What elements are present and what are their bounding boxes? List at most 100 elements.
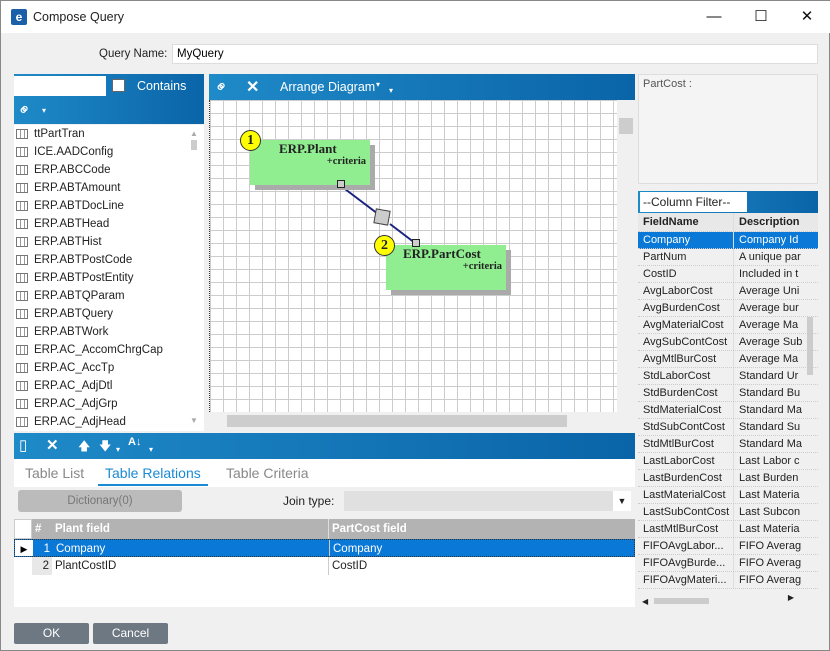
- table-list-item[interactable]: ERP.ABTAmount: [14, 179, 204, 197]
- table-list-item[interactable]: ERP.ABTPostCode: [14, 251, 204, 269]
- field-row[interactable]: FIFOAvgMateri... FIFO Averag: [638, 572, 818, 589]
- criteria-link[interactable]: +criteria: [463, 261, 502, 272]
- field-row[interactable]: StdSubContCost Standard Su: [638, 419, 818, 436]
- field-row[interactable]: LastSubContCost Last Subcon: [638, 504, 818, 521]
- field-row[interactable]: AvgSubContCost Average Sub: [638, 334, 818, 351]
- delete-icon[interactable]: ✕: [46, 436, 59, 454]
- title-bar: e Compose Query — ☐ ✕: [1, 1, 830, 33]
- table-list[interactable]: ttPartTran ICE.AADConfig ERP.ABCCode ERP.AB…: [14, 125, 204, 431]
- plant-field-cell[interactable]: Company: [53, 540, 330, 556]
- connector-handle[interactable]: [337, 180, 345, 188]
- table-list-item[interactable]: ERP.AC_AdjDtl: [14, 377, 204, 395]
- table-list-item[interactable]: ERP.ABTWork: [14, 323, 204, 341]
- arrange-diagram-button[interactable]: Arrange Diagram: [280, 80, 375, 94]
- table-list-scrollbar[interactable]: ▲ ▼: [189, 129, 199, 425]
- table-name: ERP.AC_AdjDtl: [34, 380, 113, 392]
- field-info-panel: PartCost :: [638, 74, 818, 184]
- field-row[interactable]: AvgBurdenCost Average bur: [638, 300, 818, 317]
- table-list-item[interactable]: ERP.ABTHead: [14, 215, 204, 233]
- criteria-link[interactable]: +criteria: [327, 156, 366, 167]
- field-name: StdMtlBurCost: [638, 436, 734, 452]
- column-header-fieldname[interactable]: FieldName: [638, 213, 734, 231]
- field-row[interactable]: StdBurdenCost Standard Bu: [638, 385, 818, 402]
- field-row[interactable]: Company Company Id: [638, 232, 818, 249]
- table-list-item[interactable]: ERP.AC_AccTp: [14, 359, 204, 377]
- field-row[interactable]: LastMtlBurCost Last Materia: [638, 521, 818, 538]
- new-icon[interactable]: ▯: [19, 436, 27, 454]
- diagram-node-plant[interactable]: ERP.Plant +criteria: [250, 140, 370, 188]
- dropdown-arrow-icon[interactable]: ▾: [389, 86, 393, 95]
- dropdown-arrow-icon[interactable]: ▼: [613, 491, 631, 511]
- column-header-partcost-field[interactable]: PartCost field: [329, 519, 635, 539]
- table-list-item[interactable]: ERP.ABTHist: [14, 233, 204, 251]
- table-list-item[interactable]: ERP.ABTQParam: [14, 287, 204, 305]
- field-row[interactable]: PartNum A unique par: [638, 249, 818, 266]
- field-row[interactable]: AvgMaterialCost Average Ma: [638, 317, 818, 334]
- tab-table-criteria[interactable]: Table Criteria: [226, 465, 308, 481]
- dictionary-button[interactable]: Dictionary(0): [18, 490, 182, 512]
- diagram-hscrollbar[interactable]: [209, 412, 617, 430]
- table-search-input[interactable]: [14, 76, 106, 96]
- move-down-icon[interactable]: 🡇: [99, 437, 111, 458]
- delete-icon[interactable]: ✕: [246, 77, 259, 97]
- table-list-item[interactable]: ICE.AADConfig: [14, 143, 204, 161]
- partcost-field-cell[interactable]: CostID: [329, 557, 635, 575]
- table-list-item[interactable]: ERP.AC_AdjGrp: [14, 395, 204, 413]
- table-list-item[interactable]: ttPartTran: [14, 125, 204, 143]
- dropdown-arrow-icon[interactable]: ▾: [149, 445, 153, 454]
- join-type-select[interactable]: ▼: [344, 491, 631, 511]
- partcost-field-cell[interactable]: Company: [330, 540, 634, 556]
- table-list-item[interactable]: ERP.ABTPostEntity: [14, 269, 204, 287]
- column-filter-input[interactable]: --Column Filter--: [640, 192, 747, 212]
- table-list-item[interactable]: ERP.ABTDocLine: [14, 197, 204, 215]
- cancel-button[interactable]: Cancel: [93, 623, 168, 644]
- table-list-item[interactable]: ERP.AC_AdjHead: [14, 413, 204, 431]
- field-row[interactable]: FIFOAvgLabor... FIFO Averag: [638, 538, 818, 555]
- field-row[interactable]: CostID Included in t: [638, 266, 818, 283]
- connector-handle[interactable]: [412, 239, 420, 247]
- dropdown-arrow-icon[interactable]: ▾: [116, 445, 120, 454]
- field-row[interactable]: AvgMtlBurCost Average Ma: [638, 351, 818, 368]
- table-list-item[interactable]: ERP.ABCCode: [14, 161, 204, 179]
- field-row[interactable]: StdLaborCost Standard Ur: [638, 368, 818, 385]
- link-icon[interactable]: ⚭: [210, 75, 234, 99]
- table-list-item[interactable]: ERP.AC_AccomChrgCap: [14, 341, 204, 359]
- field-row[interactable]: FIFOAvgBurde... FIFO Averag: [638, 555, 818, 572]
- field-vscrollbar-thumb[interactable]: [807, 317, 813, 375]
- contains-checkbox[interactable]: [112, 79, 125, 92]
- tab-table-list[interactable]: Table List: [25, 465, 84, 481]
- close-button[interactable]: ✕: [784, 1, 830, 33]
- column-header-number: #: [35, 523, 42, 535]
- minimize-button[interactable]: —: [691, 1, 737, 33]
- row-indicator: ▶: [15, 540, 33, 556]
- field-row[interactable]: LastLaborCost Last Labor c: [638, 453, 818, 470]
- field-hscrollbar[interactable]: ◀ ▶: [642, 593, 812, 607]
- relation-row[interactable]: 2 PlantCostID CostID: [14, 557, 635, 575]
- field-name: StdMaterialCost: [638, 402, 734, 418]
- table-list-item[interactable]: ERP.ABTQuery: [14, 305, 204, 323]
- column-header-plant-field[interactable]: Plant field: [52, 519, 329, 539]
- dropdown-arrow-icon[interactable]: ▾: [376, 80, 380, 89]
- diagram-node-partcost[interactable]: ERP.PartCost +criteria: [386, 239, 506, 290]
- plant-field-cell[interactable]: PlantCostID: [52, 557, 329, 575]
- field-row[interactable]: LastMaterialCost Last Materia: [638, 487, 818, 504]
- field-row[interactable]: StdMaterialCost Standard Ma: [638, 402, 818, 419]
- column-header-description[interactable]: Description: [734, 213, 802, 231]
- field-row[interactable]: AvgLaborCost Average Uni: [638, 283, 818, 300]
- table-icon: [16, 363, 28, 373]
- field-name: AvgLaborCost: [638, 283, 734, 299]
- dropdown-arrow-icon[interactable]: ▾: [42, 106, 46, 115]
- diagram-vscrollbar[interactable]: [617, 100, 635, 412]
- maximize-button[interactable]: ☐: [738, 1, 784, 33]
- field-row[interactable]: StdMtlBurCost Standard Ma: [638, 436, 818, 453]
- sort-az-icon[interactable]: A↓: [128, 436, 141, 448]
- tab-table-relations[interactable]: Table Relations: [98, 465, 208, 486]
- field-row[interactable]: LastBurdenCost Last Burden: [638, 470, 818, 487]
- diagram-canvas[interactable]: ERP.Plant +criteria 1 ERP.PartCost +crit…: [209, 100, 617, 412]
- link-icon[interactable]: ⚭: [13, 98, 37, 122]
- field-description: Last Materia: [739, 489, 800, 501]
- relation-row[interactable]: ▶ 1 Company Company: [14, 539, 635, 557]
- ok-button[interactable]: OK: [14, 623, 89, 644]
- move-up-icon[interactable]: 🡅: [78, 437, 90, 458]
- query-name-input[interactable]: [172, 44, 818, 64]
